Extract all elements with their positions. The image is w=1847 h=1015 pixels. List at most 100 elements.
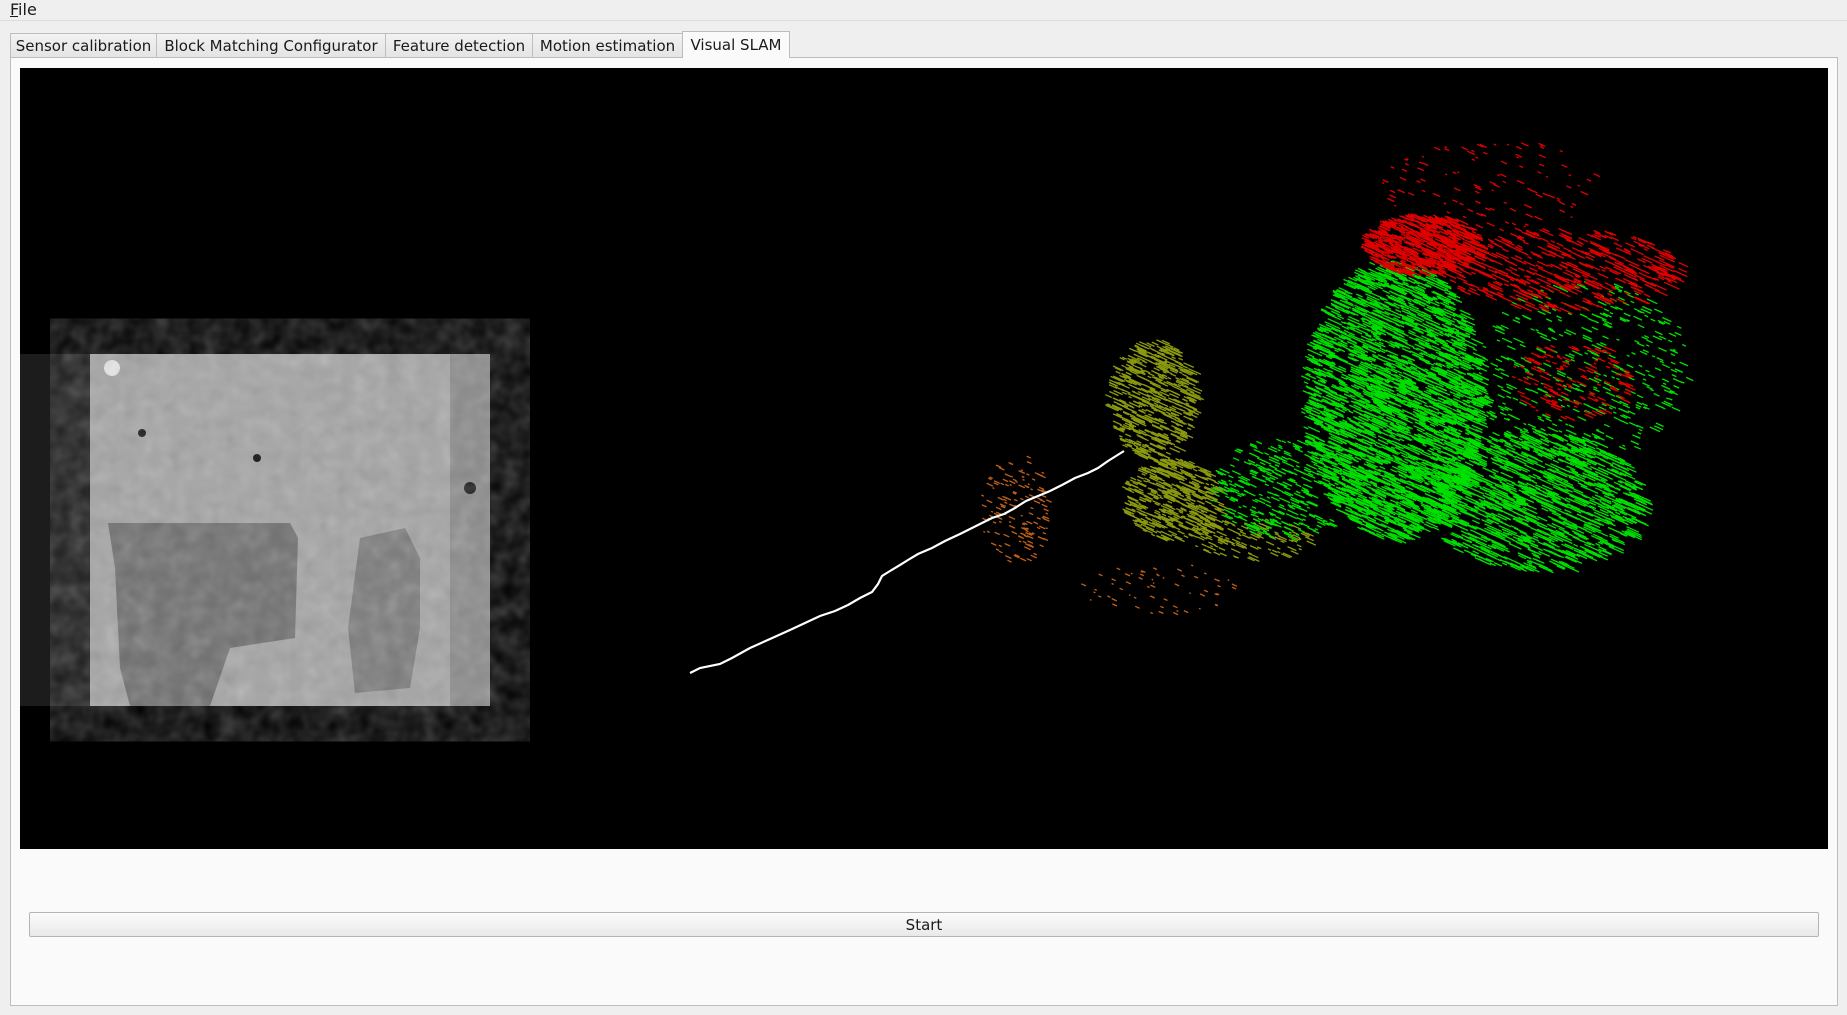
point-streak <box>1644 314 1649 318</box>
point-streak <box>1390 468 1396 472</box>
point-streak <box>1150 584 1156 588</box>
point-streak <box>1146 585 1150 589</box>
menu-file[interactable]: File <box>10 0 37 20</box>
point-streak <box>997 496 1004 501</box>
point-streak <box>1021 475 1025 479</box>
point-streak <box>1464 432 1470 436</box>
point-streak <box>1514 361 1519 365</box>
point-streak <box>1309 341 1315 345</box>
point-streak <box>1661 384 1671 390</box>
point-streak <box>1587 317 1595 322</box>
point-streak <box>1536 331 1548 338</box>
point-streak <box>1500 408 1505 411</box>
point-streak <box>1537 310 1546 316</box>
point-streak <box>1605 434 1614 440</box>
point-streak <box>1116 567 1121 571</box>
point-streak <box>1615 511 1621 515</box>
point-streak <box>1389 421 1395 425</box>
point-streak <box>1444 426 1450 430</box>
point-streak <box>1676 325 1682 329</box>
point-streak <box>1653 392 1660 397</box>
point-streak <box>1236 536 1241 540</box>
point-streak <box>1670 353 1676 357</box>
point-streak <box>1210 483 1215 487</box>
point-streak <box>1239 530 1247 535</box>
point-streak <box>1586 404 1598 411</box>
point-streak <box>1637 431 1642 435</box>
point-streak <box>1608 290 1615 295</box>
point-streak <box>1172 605 1178 609</box>
point-streak <box>1163 598 1168 602</box>
point-streak <box>1019 557 1027 562</box>
point-streak <box>1270 552 1279 557</box>
point-streak <box>1287 546 1297 552</box>
point-streak <box>1205 500 1212 505</box>
point-streak <box>1125 433 1132 438</box>
point-streak <box>1360 338 1366 342</box>
point-streak <box>1633 445 1642 450</box>
depth-map-texture <box>90 354 490 706</box>
point-streak <box>1593 388 1600 393</box>
point-streak <box>1169 447 1181 453</box>
point-streak <box>1638 428 1643 432</box>
point-streak <box>1195 545 1199 548</box>
point-streak <box>1537 415 1542 419</box>
point-streak <box>1111 578 1116 582</box>
point-streak <box>1645 369 1650 373</box>
point-streak <box>1231 583 1238 587</box>
point-streak <box>1288 531 1292 534</box>
point-streak <box>1124 573 1131 577</box>
point-streak <box>1204 533 1212 539</box>
point-streak <box>1178 357 1183 361</box>
point-streak <box>1026 460 1032 465</box>
point-streak <box>1041 471 1045 474</box>
point-streak <box>1015 480 1019 483</box>
point-cluster-orange <box>981 455 1238 616</box>
point-streak <box>1579 313 1588 319</box>
tab-feature-detection[interactable]: Feature detection <box>385 33 533 57</box>
point-streak <box>1144 369 1151 374</box>
tab-visual-slam[interactable]: Visual SLAM <box>682 31 790 58</box>
point-streak <box>1139 573 1145 577</box>
point-streak <box>1618 445 1627 451</box>
tab-sensor-calibration[interactable]: Sensor calibration <box>10 33 157 57</box>
point-streak <box>1153 402 1159 406</box>
point-streak <box>1124 406 1137 414</box>
point-streak <box>986 499 993 504</box>
point-streak <box>1471 391 1477 395</box>
point-streak <box>1024 484 1030 489</box>
point-streak <box>1515 316 1521 320</box>
point-streak <box>1348 362 1354 366</box>
point-streak <box>1030 506 1034 510</box>
point-streak <box>1642 382 1650 387</box>
point-streak <box>1499 411 1507 416</box>
point-streak <box>1563 453 1577 461</box>
slam-3d-view[interactable] <box>20 68 1828 849</box>
point-streak <box>1382 289 1391 295</box>
point-streak <box>1591 326 1599 331</box>
depth-map-inset <box>20 354 490 706</box>
point-streak <box>1537 516 1548 522</box>
point-streak <box>1556 315 1562 319</box>
point-streak <box>981 504 987 508</box>
point-streak <box>1217 584 1221 588</box>
point-streak <box>1568 353 1575 357</box>
point-streak <box>1219 552 1227 557</box>
tab-motion-estimation[interactable]: Motion estimation <box>532 33 683 57</box>
point-streak <box>1502 510 1513 517</box>
point-streak <box>1216 530 1227 537</box>
point-streak <box>1531 480 1538 484</box>
point-streak <box>1532 557 1541 563</box>
point-streak <box>1138 366 1143 370</box>
point-streak <box>1121 391 1128 395</box>
point-streak <box>1459 526 1469 532</box>
tab-block-matching-configurator[interactable]: Block Matching Configurator <box>156 33 386 57</box>
point-streak <box>995 506 1002 511</box>
point-streak <box>1537 417 1545 422</box>
point-streak <box>1020 532 1027 536</box>
point-streak <box>1176 568 1183 572</box>
point-streak <box>1527 548 1537 554</box>
point-streak <box>1685 376 1694 382</box>
point-streak <box>1626 293 1635 299</box>
point-streak <box>1424 404 1429 408</box>
